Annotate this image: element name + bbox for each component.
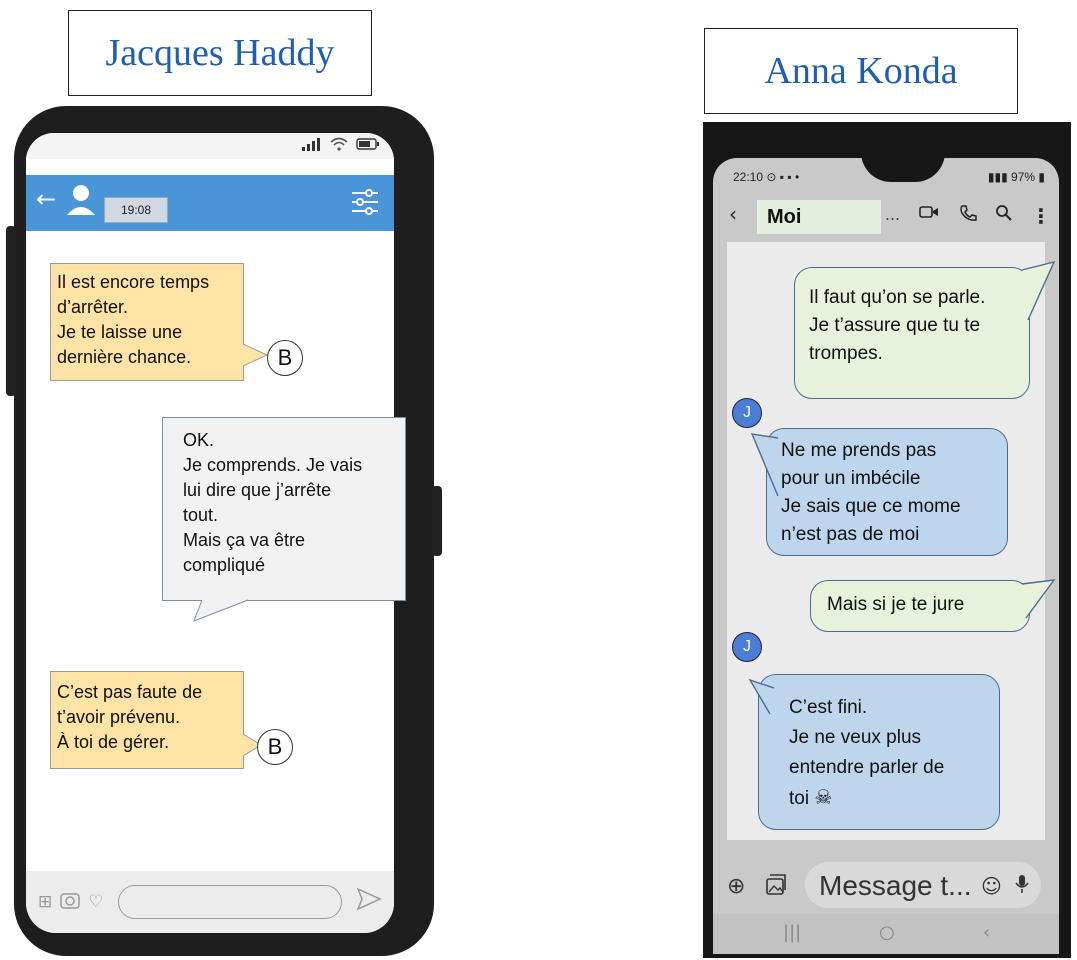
back-arrow-icon[interactable]: ←	[36, 185, 56, 213]
right-message-2: Ne me prends pas pour un imbécile Je sai…	[766, 428, 1008, 556]
gallery-icon[interactable]	[765, 874, 787, 902]
left-phone-power-button	[432, 486, 442, 556]
back-chevron-icon[interactable]: ‹	[729, 202, 737, 226]
left-message-input[interactable]	[117, 885, 342, 919]
right-status-bar: 22:10 ⊙ ▪ ▪ • ▮▮▮ 97% ▮	[733, 170, 1045, 188]
home-icon[interactable]: ○	[879, 922, 895, 943]
signal-icon	[300, 137, 322, 155]
left-header-time: 19:08	[104, 197, 168, 223]
sender-avatar-b: B	[257, 729, 293, 765]
emoji-icon[interactable]: ☺	[981, 874, 1002, 898]
sender-avatar-j: J	[732, 398, 762, 428]
camera-icon[interactable]	[60, 891, 80, 914]
left-message-1: Il est encore temps d’arrêter. Je te lai…	[50, 263, 244, 381]
right-message-3-tail	[1021, 579, 1056, 619]
ellipsis-icon: …	[885, 206, 900, 224]
chat-title: Moi	[757, 200, 881, 234]
add-circle-icon[interactable]: ⊕	[727, 874, 745, 899]
left-contact-name: Jacques Haddy	[105, 32, 335, 74]
right-message-1: Il faut qu’on se parle. Je t’assure que …	[794, 267, 1030, 399]
more-options-icon[interactable]: ⋮	[1031, 204, 1051, 228]
send-icon[interactable]	[356, 887, 382, 917]
right-message-1-tail	[1021, 260, 1056, 321]
right-chat-topbar: ‹ Moi … ⋮	[713, 196, 1059, 236]
right-contact-name: Anna Konda	[764, 50, 958, 92]
sender-avatar-b: B	[267, 340, 303, 376]
right-input-bar: ⊕ Message t... ☺	[713, 858, 1059, 914]
right-message-input[interactable]: Message t... ☺	[805, 862, 1041, 908]
settings-sliders-icon[interactable]	[350, 187, 380, 221]
recent-apps-icon[interactable]: |||	[783, 922, 801, 943]
android-nav-bar: ||| ○ ‹	[713, 914, 1059, 954]
heart-icon[interactable]: ♡	[88, 892, 103, 912]
search-icon[interactable]	[995, 204, 1013, 227]
phone-call-icon[interactable]	[959, 204, 977, 227]
back-nav-icon[interactable]: ‹	[983, 922, 990, 943]
left-phone-volume-button	[6, 226, 16, 396]
sender-avatar-j: J	[732, 632, 762, 662]
microphone-icon[interactable]	[1015, 874, 1029, 899]
left-compose-bar: ⊞ ♡	[26, 871, 394, 933]
left-chat-header: ← 19:08	[26, 175, 394, 231]
battery-icon: ▮	[1038, 170, 1045, 184]
left-message-2: OK. Je comprends. Je vais lui dire que j…	[162, 417, 406, 601]
video-call-icon[interactable]	[919, 204, 939, 225]
left-contact-name-box: Jacques Haddy	[68, 10, 372, 96]
skull-crossbones-icon: ☠	[814, 787, 833, 809]
right-contact-name-box: Anna Konda	[704, 28, 1018, 114]
right-message-4-tail	[748, 678, 775, 715]
left-message-1-tail	[243, 343, 269, 367]
notification-icons: ⊙ ▪ ▪ •	[766, 170, 800, 184]
message-placeholder: Message t...	[819, 870, 972, 901]
battery-percent: 97%	[1011, 170, 1036, 184]
signal-icon: ▮▮▮	[987, 170, 1012, 184]
right-message-2-tail	[750, 433, 779, 497]
left-message-2-tail	[193, 599, 249, 622]
right-message-3: Mais si je te jure	[810, 580, 1030, 632]
wifi-icon	[330, 137, 348, 155]
right-message-4: C’est fini. Je ne veux plus entendre par…	[758, 674, 1000, 830]
user-avatar-icon[interactable]	[66, 183, 96, 223]
battery-icon	[356, 138, 380, 154]
left-message-3: C’est pas faute de t’avoir prévenu. À to…	[50, 671, 244, 769]
right-status-time: 22:10	[733, 170, 764, 184]
add-square-icon[interactable]: ⊞	[38, 892, 52, 912]
left-status-bar	[26, 133, 394, 159]
